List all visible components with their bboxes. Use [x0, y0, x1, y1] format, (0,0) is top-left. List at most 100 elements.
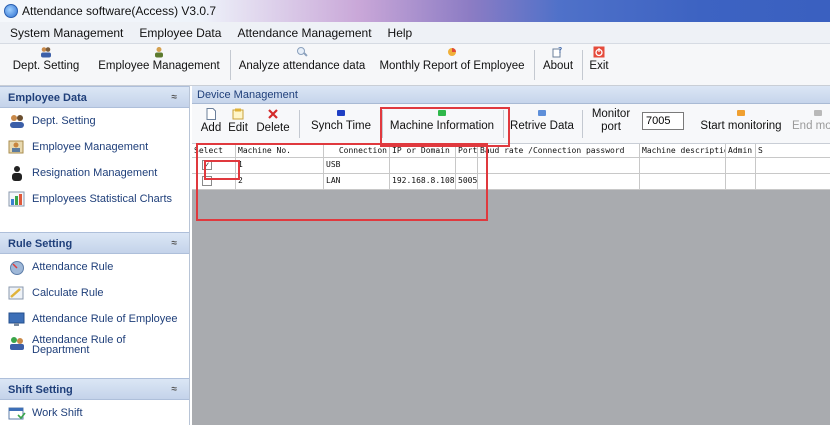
about-button[interactable]: ? About	[538, 46, 578, 84]
dept-setting-label: Dept. Setting	[12, 60, 80, 72]
exit-label: Exit	[589, 60, 609, 72]
select-cell: ✓	[192, 158, 236, 173]
collapse-icon[interactable]: ≈	[172, 92, 178, 103]
column-header-baud-rate[interactable]: Baud rate /Connection password	[478, 144, 640, 157]
collapse-icon[interactable]: ≈	[172, 238, 178, 249]
title-bar: Attendance software(Access) V3.0.7	[0, 0, 830, 22]
sidebar-item-label: Dept. Setting	[32, 115, 96, 127]
column-header-connection[interactable]: Connection	[324, 144, 390, 157]
sidebar-item-statistical-charts[interactable]: Employees Statistical Charts	[0, 186, 189, 212]
sidebar-spacer	[0, 212, 189, 232]
retrive-data-label: Retrive Data	[510, 120, 574, 132]
section-employee-data[interactable]: Employee Data ≈	[0, 86, 189, 108]
people-icon	[41, 47, 51, 58]
chart-icon	[8, 191, 25, 207]
machine-info-icon	[438, 110, 446, 116]
monitor-icon	[8, 312, 25, 326]
end-monitoring-button[interactable]: End mor	[792, 106, 830, 142]
menu-bar: System Management Employee Data Attendan…	[0, 22, 830, 44]
port-label: port	[601, 121, 621, 133]
section-shift-setting[interactable]: Shift Setting ≈	[0, 378, 189, 400]
sidebar-item-attendance-rule-employee[interactable]: Attendance Rule of Employee	[0, 306, 189, 332]
sidebar-item-resignation-management[interactable]: Resignation Management	[0, 160, 189, 186]
sidebar-item-work-shift[interactable]: Work Shift	[0, 400, 189, 425]
column-header-ip[interactable]: IP or Domain	[390, 144, 456, 157]
start-monitor-icon	[737, 110, 745, 116]
person-silhouette-icon	[12, 166, 22, 181]
port-cell: 5005	[456, 174, 478, 189]
collapse-icon[interactable]: ≈	[172, 384, 178, 395]
section-rule-setting[interactable]: Rule Setting ≈	[0, 232, 189, 254]
sidebar-item-label: Employees Statistical Charts	[32, 193, 172, 205]
column-header-machine-no[interactable]: Machine No.	[236, 144, 324, 157]
connection-cell: LAN	[324, 174, 390, 189]
menu-system-management[interactable]: System Management	[10, 26, 123, 40]
menu-attendance-management[interactable]: Attendance Management	[237, 26, 371, 40]
monitor-port-input[interactable]	[642, 112, 684, 130]
machine-no-cell: 1	[236, 158, 324, 173]
employee-management-button[interactable]: Employee Management	[92, 46, 226, 84]
retrive-data-button[interactable]: Retrive Data	[506, 106, 578, 142]
synch-time-button[interactable]: Synch Time	[302, 106, 380, 142]
sidebar-item-label: Attendance Rule	[32, 261, 114, 273]
baud-rate-cell	[478, 174, 640, 189]
menu-employee-data[interactable]: Employee Data	[139, 26, 221, 40]
sidebar-item-label: Calculate Rule	[32, 287, 104, 299]
sidebar-item-label: Attendance Rule of Employee	[32, 313, 178, 325]
analyze-attendance-label: Analyze attendance data	[238, 60, 366, 72]
row-checkbox[interactable]	[202, 176, 212, 186]
description-cell	[640, 174, 726, 189]
exit-button[interactable]: Exit	[586, 46, 612, 84]
ruler-icon	[8, 286, 24, 300]
menu-help[interactable]: Help	[388, 26, 413, 40]
delete-icon	[268, 109, 278, 119]
sidebar-item-label-continued: Department	[32, 344, 90, 356]
people-icon	[10, 115, 24, 128]
toolbar-divider	[503, 110, 504, 138]
start-monitoring-button[interactable]: Start monitoring	[692, 106, 790, 142]
sidebar-item-attendance-rule-department[interactable]: Attendance Rule of Department	[0, 332, 189, 362]
analyze-attendance-button[interactable]: Analyze attendance data	[234, 46, 370, 84]
add-button[interactable]: Add	[198, 106, 224, 142]
toolbar-divider	[582, 110, 583, 138]
section-shift-setting-label: Shift Setting	[8, 384, 73, 396]
section-employee-data-label: Employee Data	[8, 92, 87, 104]
start-monitoring-label: Start monitoring	[700, 120, 782, 132]
column-header-port[interactable]: Port	[456, 144, 478, 157]
monthly-report-button[interactable]: Monthly Report of Employee	[374, 46, 530, 84]
end-monitoring-label: End mor	[792, 120, 830, 132]
monitor-port-label-group: Monitor port	[586, 106, 636, 142]
main-toolbar: Dept. Setting Employee Management Analyz…	[0, 44, 830, 86]
synch-time-label: Synch Time	[310, 120, 372, 132]
column-header-admin[interactable]: Admin	[726, 144, 756, 157]
machine-information-button[interactable]: Machine Information	[384, 106, 500, 142]
app-icon	[4, 4, 18, 18]
sidebar-item-calculate-rule[interactable]: Calculate Rule	[0, 280, 189, 306]
device-management-panel: Device Management Add Edit Delete Synch …	[192, 86, 830, 425]
edit-button[interactable]: Edit	[226, 106, 250, 142]
machine-no-cell: 2	[236, 174, 324, 189]
new-document-icon	[206, 108, 216, 120]
dept-setting-button[interactable]: Dept. Setting	[4, 46, 88, 84]
edit-icon	[232, 108, 244, 120]
description-cell	[640, 158, 726, 173]
download-icon	[538, 110, 546, 116]
delete-button[interactable]: Delete	[252, 106, 294, 142]
toolbar-divider	[299, 110, 300, 138]
add-label: Add	[200, 122, 222, 134]
row-checkbox[interactable]: ✓	[202, 160, 212, 170]
table-row[interactable]: 2 LAN 192.168.8.108 5005	[192, 174, 830, 190]
sidebar-item-employee-management[interactable]: Employee Management	[0, 134, 189, 160]
device-table: Select Machine No. Connection IP or Doma…	[192, 144, 830, 190]
column-header-more[interactable]: S	[756, 144, 830, 157]
window-title: Attendance software(Access) V3.0.7	[22, 4, 217, 18]
report-icon	[448, 48, 456, 56]
column-header-machine-description[interactable]: Machine description	[640, 144, 726, 157]
help-icon: ?	[552, 46, 562, 58]
admin-cell	[726, 174, 756, 189]
sidebar-item-dept-setting[interactable]: Dept. Setting	[0, 108, 189, 134]
extra-cell	[756, 174, 830, 189]
column-header-select[interactable]: Select	[192, 144, 236, 157]
sidebar-item-attendance-rule[interactable]: Attendance Rule	[0, 254, 189, 280]
table-row[interactable]: ✓ 1 USB	[192, 158, 830, 174]
